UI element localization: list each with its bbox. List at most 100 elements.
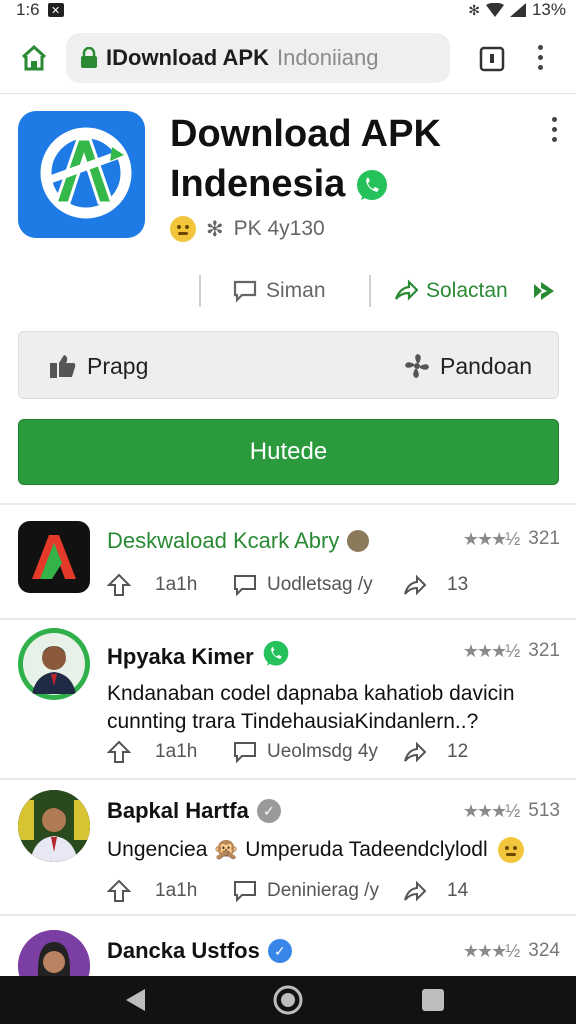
browser-menu-button[interactable] <box>530 38 550 78</box>
item-title: Hpyaka Kimer <box>107 640 290 674</box>
app-title-line2: Indenesia <box>170 163 346 205</box>
comment-button[interactable]: Deninierag /y <box>233 876 379 906</box>
app-header: Download APK Indenesia ✻ PK 4y130 Siman … <box>0 95 576 505</box>
app-title-line1: Download APK <box>170 113 441 155</box>
double-arrow-icon <box>534 282 554 300</box>
divider <box>369 275 371 307</box>
forward-share-button[interactable]: 13 <box>403 570 468 600</box>
item-rating: ★★★½ 513 <box>463 800 560 822</box>
item-description: Kndanaban codel dapnaba kahatiob davicin… <box>107 682 515 733</box>
status-bar: 1:6 ✕ ✻ 13% <box>0 0 576 20</box>
upvote-icon <box>107 740 131 763</box>
forward-share-button[interactable]: 12 <box>403 737 468 767</box>
upvote-icon <box>107 573 131 596</box>
item-meta: 1a1h Deninierag /y 14 <box>107 876 547 906</box>
rating-count: 321 <box>528 640 560 661</box>
avatar <box>18 521 90 593</box>
url-subtext: Indoniiang <box>276 44 379 70</box>
smiley-emoji-icon <box>170 216 196 242</box>
comment-label: Deninierag /y <box>267 880 379 901</box>
like-button-label: Prapg <box>87 352 149 379</box>
browser-toolbar: IDownload APK Indoniiang <box>0 22 576 94</box>
guide-button-label: Pandoan <box>440 352 533 379</box>
item-title: Dancka Ustfos ✓ <box>107 938 292 964</box>
rating-count: 321 <box>528 528 560 549</box>
upvote-count: 1a1h <box>155 574 198 595</box>
lock-icon <box>81 46 97 68</box>
comment-icon <box>234 742 256 763</box>
select-action[interactable]: Solactan <box>394 273 508 309</box>
whatsapp-icon <box>355 169 389 203</box>
share-action[interactable]: Siman <box>232 273 326 309</box>
rating-count: 324 <box>528 940 560 961</box>
fan-icon <box>405 354 429 378</box>
system-nav-bar <box>0 976 576 1024</box>
item-meta: 1a1h Ueolmsdg 4y 12 <box>107 737 547 767</box>
item-rating: ★★★½ 321 <box>463 640 560 662</box>
forward-icon <box>404 574 427 596</box>
more-vert-icon <box>551 117 557 122</box>
rating-stars: ★★★½ <box>462 800 520 821</box>
forward-button[interactable] <box>532 273 556 309</box>
item-rating: ★★★½ 321 <box>463 528 560 550</box>
item-title: Bapkal Hartfa ✓ <box>107 798 281 824</box>
comment-label: Uodletsag /y <box>267 574 373 595</box>
wifi-icon <box>485 3 504 17</box>
notification-icon: ✕ <box>47 3 64 17</box>
home-icon <box>21 44 47 70</box>
item-description: Ungenciea 🙊 Umperuda Tadeendclylodl <box>107 836 547 864</box>
list-item[interactable]: Deskwaload Kcark Abry ★★★½ 321 1a1h Uodl… <box>0 508 576 620</box>
comment-icon <box>233 280 257 303</box>
comment-icon <box>234 881 256 902</box>
item-rating: ★★★½ 324 <box>463 940 560 962</box>
bluetooth-icon: ✻ <box>468 1 480 18</box>
item-meta: 1a1h Uodletsag /y 13 <box>107 570 547 600</box>
avatar <box>18 628 90 700</box>
list-item[interactable]: Dancka Ustfos ✓ ★★★½ 324 <box>0 916 576 1002</box>
back-icon <box>126 989 145 1011</box>
upvote-button[interactable]: 1a1h <box>107 570 197 600</box>
app-title: Download APK Indenesia <box>170 109 530 209</box>
app-icon[interactable] <box>18 111 145 238</box>
share-arrow-icon <box>394 279 418 301</box>
like-button[interactable]: Prapg <box>49 332 148 400</box>
comment-button[interactable]: Uodletsag /y <box>233 570 373 600</box>
verified-icon: ✓ <box>256 799 281 823</box>
thumbs-up-icon <box>50 355 76 378</box>
tabs-button[interactable] <box>472 38 512 78</box>
list-item[interactable]: Bapkal Hartfa ✓ ★★★½ 513 Ungenciea 🙊 Ump… <box>0 780 576 916</box>
address-bar[interactable]: IDownload APK Indoniiang <box>66 32 450 83</box>
url-text: IDownload APK <box>106 44 269 70</box>
verified-icon: ✓ <box>267 939 292 963</box>
rating-stars: ★★★½ <box>462 940 520 961</box>
recents-button[interactable] <box>418 985 448 1015</box>
rating-stars: ★★★½ <box>462 640 520 661</box>
app-meta-text: PK 4y130 <box>233 217 325 240</box>
back-button[interactable] <box>120 985 150 1015</box>
upvote-count: 1a1h <box>155 880 198 901</box>
install-button[interactable]: Hutede <box>18 419 559 485</box>
tabs-icon <box>479 46 505 71</box>
secondary-action-bar: Prapg Pandoan <box>18 331 559 399</box>
app-action-row: Siman Solactan <box>0 273 576 309</box>
list-item[interactable]: Hpyaka Kimer ★★★½ 321 Kndanaban codel da… <box>0 620 576 780</box>
share-action-label: Siman <box>266 279 326 302</box>
guide-button[interactable]: Pandoan <box>404 332 532 400</box>
upvote-button[interactable]: 1a1h <box>107 876 197 906</box>
recents-icon <box>422 989 444 1011</box>
home-nav-button[interactable] <box>273 985 303 1015</box>
upvote-icon <box>107 879 131 902</box>
share-count: 13 <box>447 574 469 595</box>
whatsapp-icon <box>262 640 290 674</box>
home-button[interactable] <box>14 38 54 78</box>
upvote-button[interactable]: 1a1h <box>107 737 197 767</box>
app-meta: ✻ PK 4y130 <box>170 213 325 245</box>
comment-icon <box>234 575 256 596</box>
comment-button[interactable]: Ueolmsdg 4y <box>233 737 378 767</box>
app-menu-button[interactable] <box>544 117 564 147</box>
upvote-count: 1a1h <box>155 741 198 762</box>
item-title: Deskwaload Kcark Abry <box>107 528 370 554</box>
share-count: 12 <box>447 741 469 762</box>
comment-label: Ueolmsdg 4y <box>267 741 378 762</box>
forward-share-button[interactable]: 14 <box>403 876 468 906</box>
